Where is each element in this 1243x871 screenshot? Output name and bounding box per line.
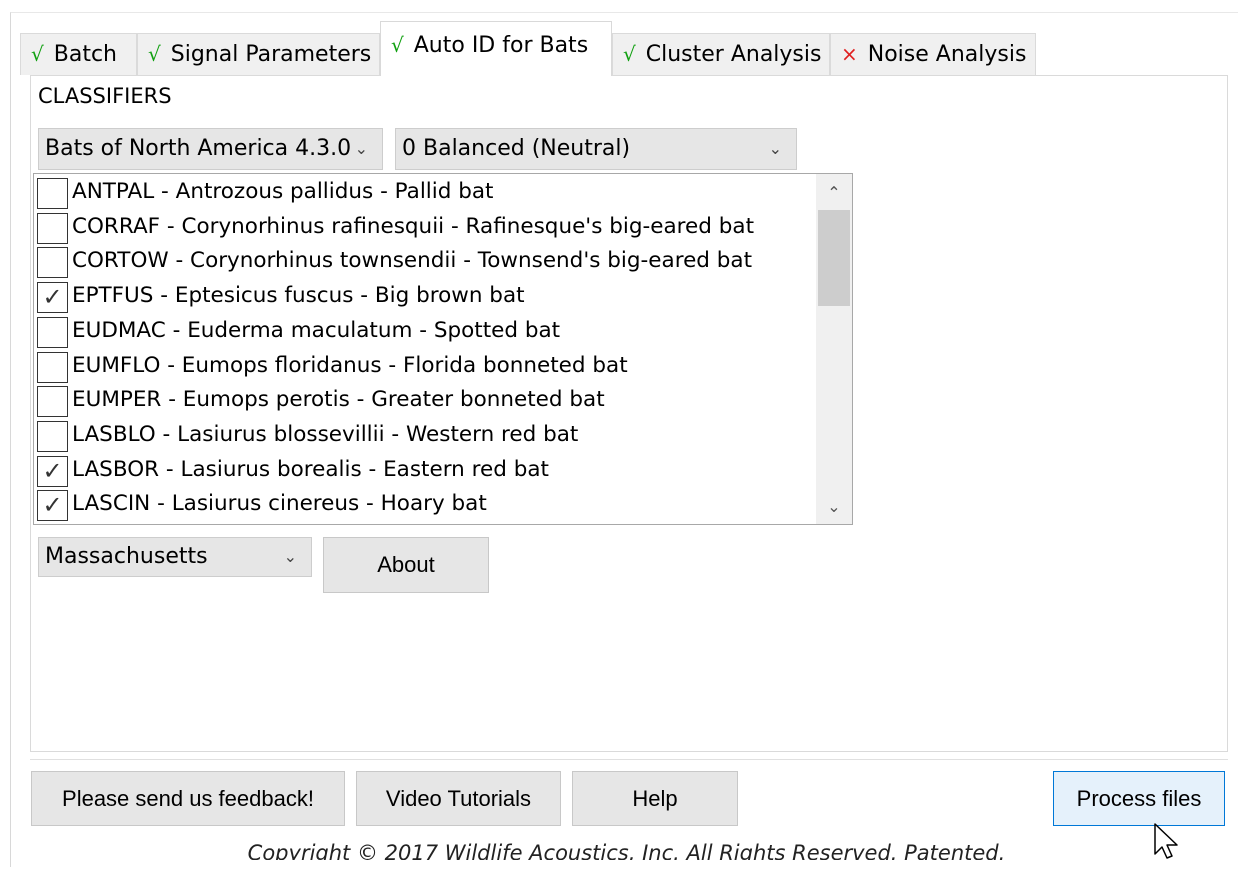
tab-batch[interactable]: √ Batch <box>20 33 137 75</box>
classifier-select-value: Bats of North America 4.3.0 <box>45 136 352 161</box>
species-label: CORTOW - Corynorhinus townsendii - Towns… <box>72 248 753 274</box>
copyright-notice: Copyright © 2017 Wildlife Acoustics, Inc… <box>0 838 1243 860</box>
chevron-down-icon[interactable]: ⌄ <box>816 490 852 524</box>
species-label: LASBLO - Lasiurus blossevillii - Western… <box>72 421 579 447</box>
list-scrollbar[interactable]: ⌃ ⌄ <box>816 174 852 524</box>
tab-label: Cluster Analysis <box>645 42 822 67</box>
region-select-value: Massachusetts <box>45 544 208 569</box>
video-tutorials-button[interactable]: Video Tutorials <box>356 771 561 826</box>
species-label: LASBOR - Lasiurus borealis - Eastern red… <box>72 456 549 482</box>
check-icon: √ <box>148 42 161 66</box>
tab-label: Batch <box>53 42 117 67</box>
scroll-thumb[interactable] <box>818 210 850 306</box>
tab-label: Auto ID for Bats <box>413 33 589 58</box>
chevron-up-icon[interactable]: ⌃ <box>816 176 852 210</box>
species-label: EUMFLO - Eumops floridanus - Florida bon… <box>72 352 628 378</box>
species-checkbox-checked[interactable]: ✓ <box>37 282 68 314</box>
help-button[interactable]: Help <box>572 771 738 826</box>
species-checklist[interactable]: ANTPAL - Antrozous pallidus - Pallid bat… <box>33 173 853 525</box>
tab-signal-parameters[interactable]: √ Signal Parameters <box>137 33 380 75</box>
feedback-button[interactable]: Please send us feedback! <box>31 771 345 826</box>
species-label: EUMPER - Eumops perotis - Greater bonnet… <box>72 387 605 413</box>
check-icon: √ <box>31 42 44 66</box>
copyright-text: Copyright © 2017 Wildlife Acoustics, Inc… <box>247 841 1006 860</box>
chevron-down-icon: ⌄ <box>768 139 782 158</box>
check-icon: √ <box>623 42 636 66</box>
tab-label: Noise Analysis <box>867 42 1027 67</box>
species-label: EUDMAC - Euderma maculatum - Spotted bat <box>72 317 561 343</box>
region-select[interactable]: Massachusetts ⌄ <box>38 537 312 577</box>
sensitivity-select-value: 0 Balanced (Neutral) <box>402 136 631 161</box>
about-button[interactable]: About <box>323 537 489 593</box>
tab-label: Signal Parameters <box>170 42 372 67</box>
species-checkbox[interactable] <box>37 351 68 383</box>
tab-auto-id-for-bats[interactable]: √ Auto ID for Bats <box>380 21 612 76</box>
tab-noise-analysis[interactable]: × Noise Analysis <box>830 33 1036 75</box>
species-checkbox[interactable] <box>37 386 68 418</box>
species-checkbox-checked[interactable]: ✓ <box>37 455 68 487</box>
mouse-cursor-icon <box>1154 823 1178 859</box>
sensitivity-select[interactable]: 0 Balanced (Neutral) ⌄ <box>395 128 797 170</box>
classifiers-group-label: CLASSIFIERS <box>38 84 176 108</box>
chevron-down-icon: ⌄ <box>283 547 297 566</box>
species-checkbox[interactable] <box>37 420 68 452</box>
classifier-select[interactable]: Bats of North America 4.3.0 ⌄ <box>38 128 383 170</box>
chevron-down-icon: ⌄ <box>354 139 368 158</box>
check-icon: √ <box>391 33 404 57</box>
species-checkbox[interactable] <box>37 247 68 279</box>
species-checkbox[interactable] <box>37 178 68 209</box>
error-x-icon: × <box>841 42 858 66</box>
species-label: ANTPAL - Antrozous pallidus - Pallid bat <box>72 179 494 204</box>
species-checkbox[interactable] <box>37 316 68 348</box>
species-checkbox[interactable] <box>37 212 68 244</box>
tab-cluster-analysis[interactable]: √ Cluster Analysis <box>612 33 830 75</box>
process-files-button[interactable]: Process files <box>1053 771 1225 826</box>
species-checkbox-checked[interactable]: ✓ <box>37 490 68 522</box>
divider <box>30 759 1228 760</box>
species-label: EPTFUS - Eptesicus fuscus - Big brown ba… <box>72 283 525 309</box>
species-label: LASCIN - Lasiurus cinereus - Hoary bat <box>72 491 487 517</box>
species-label: CORRAF - Corynorhinus rafinesquii - Rafi… <box>72 213 755 239</box>
